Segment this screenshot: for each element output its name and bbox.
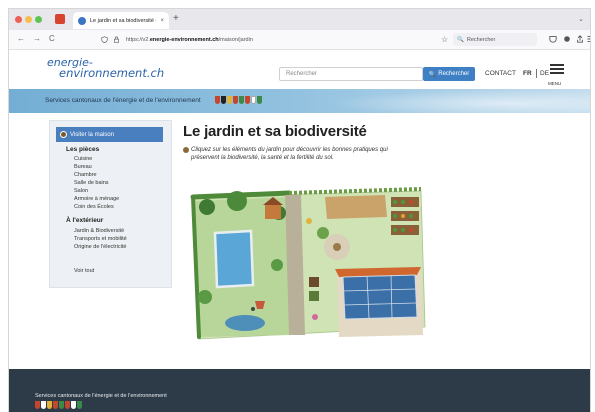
- footer-text: Services cantonaux de l'énergie et de l'…: [35, 393, 167, 399]
- sidebar-item-see-all[interactable]: Voir tout: [74, 268, 94, 274]
- sidebar-item-bedroom[interactable]: Chambre: [74, 172, 97, 178]
- canton-crests: [35, 401, 82, 409]
- sidebar-item-cleaning-cupboard[interactable]: Armoire à ménage: [74, 196, 119, 202]
- sidebar-item-office[interactable]: Bureau: [74, 164, 92, 170]
- site-header: energie- environnement.ch Rechercher 🔍 R…: [9, 51, 590, 89]
- back-button[interactable]: ←: [17, 34, 25, 44]
- shrub[interactable]: [271, 259, 283, 271]
- crest-icon: [257, 96, 262, 104]
- owl-icon: [60, 131, 67, 138]
- sidebar-item-electricity[interactable]: Origine de l'électricité: [74, 244, 126, 250]
- tree[interactable]: [199, 199, 215, 215]
- new-tab-button[interactable]: +: [173, 13, 179, 25]
- tab-bar: Le jardin et sa biodiversité – en × + ⌄: [9, 9, 590, 30]
- canton-crests: [215, 96, 262, 104]
- solar-panels[interactable]: [342, 274, 418, 320]
- crest-icon: [221, 96, 226, 104]
- browser-search-field[interactable]: 🔍 Rechercher: [453, 33, 537, 46]
- active-tab[interactable]: Le jardin et sa biodiversité – en ×: [73, 12, 169, 29]
- lang-de-link[interactable]: DE: [540, 70, 549, 77]
- site-logo[interactable]: energie- environnement.ch: [47, 57, 164, 79]
- sidebar-item-schools[interactable]: Coin des Écoles: [74, 204, 114, 210]
- forward-button[interactable]: →: [33, 34, 41, 44]
- crest-icon: [251, 96, 256, 104]
- crest-icon: [47, 401, 52, 409]
- crest-icon: [239, 96, 244, 104]
- sidebar-item-living-room[interactable]: Salon: [74, 188, 88, 194]
- sidebar-item-bathroom[interactable]: Salle de bains: [74, 180, 109, 186]
- sidebar-header[interactable]: Visiter la maison: [56, 127, 163, 142]
- browser-search-placeholder: Rechercher: [466, 36, 496, 43]
- crest-icon: [227, 96, 232, 104]
- menu-label[interactable]: MENU: [548, 81, 561, 86]
- site-search-input[interactable]: Rechercher: [279, 67, 423, 81]
- crest-icon: [245, 96, 250, 104]
- garden-shed[interactable]: [265, 205, 281, 219]
- sidebar: Visiter la maison Les pièces Cuisine Bur…: [49, 120, 172, 288]
- crest-icon: [215, 96, 220, 104]
- crest-icon: [233, 96, 238, 104]
- owl-icon: [183, 147, 189, 153]
- flowers[interactable]: [306, 218, 312, 224]
- favicon-icon: [78, 16, 86, 25]
- garden-table[interactable]: [333, 243, 341, 251]
- sidebar-header-label: Visiter la maison: [70, 131, 114, 138]
- site-footer: Services cantonaux de l'énergie et de l'…: [9, 369, 590, 412]
- bookmark-star-icon[interactable]: ☆: [441, 35, 448, 44]
- crest-icon: [35, 401, 40, 409]
- search-icon: 🔍: [428, 71, 437, 78]
- crest-icon: [41, 401, 46, 409]
- crest-icon: [71, 401, 76, 409]
- shrub[interactable]: [198, 290, 212, 304]
- list-tabs-icon[interactable]: ⌄: [578, 15, 584, 23]
- garden-illustration[interactable]: [185, 177, 429, 347]
- site-search-button[interactable]: 🔍 Rechercher: [423, 67, 475, 81]
- wheelbarrow-wheel: [251, 307, 255, 311]
- minimize-window-button[interactable]: [25, 16, 32, 23]
- shrub[interactable]: [317, 227, 329, 239]
- app-menu-icon[interactable]: [587, 35, 591, 43]
- share-icon[interactable]: [576, 35, 584, 43]
- navigation-bar: ← → C https://v2.energie-environnement.c…: [9, 30, 591, 50]
- zoom-window-button[interactable]: [35, 16, 42, 23]
- extensions-icon[interactable]: [563, 35, 571, 43]
- tab-title: Le jardin et sa biodiversité – en: [90, 17, 156, 24]
- close-window-button[interactable]: [15, 16, 22, 23]
- hamburger-menu-icon[interactable]: [550, 64, 564, 76]
- section-title-outside: À l'extérieur: [66, 217, 104, 224]
- url-bar[interactable]: https://v2.energie-environnement.ch/mais…: [101, 33, 451, 46]
- crest-icon: [59, 401, 64, 409]
- page-title: Le jardin et sa biodiversité: [183, 123, 367, 140]
- crest-icon: [65, 401, 70, 409]
- compost-bin[interactable]: [309, 277, 319, 287]
- swimming-pool[interactable]: [213, 229, 255, 289]
- wooden-terrace[interactable]: [325, 195, 387, 219]
- browser-window: Le jardin et sa biodiversité – en × + ⌄ …: [8, 8, 591, 412]
- section-title-rooms: Les pièces: [66, 146, 100, 153]
- crest-icon: [77, 401, 82, 409]
- search-icon: 🔍: [457, 36, 464, 43]
- reload-button[interactable]: C: [49, 34, 55, 44]
- pond[interactable]: [225, 315, 265, 331]
- pinned-tab-icon[interactable]: [55, 14, 65, 24]
- tab-close-icon[interactable]: ×: [160, 18, 164, 24]
- compost-bin[interactable]: [309, 291, 319, 301]
- sidebar-item-kitchen[interactable]: Cuisine: [74, 156, 92, 162]
- flowers[interactable]: [312, 314, 318, 320]
- pocket-icon[interactable]: [549, 35, 557, 43]
- search-button-label: Rechercher: [438, 71, 470, 77]
- banner-text: Services cantonaux de l'énergie et de l'…: [45, 97, 201, 104]
- lock-icon: [114, 36, 119, 43]
- sidebar-item-transport[interactable]: Transports et mobilité: [74, 236, 127, 242]
- sidebar-item-garden[interactable]: Jardin & Biodiversité: [74, 228, 124, 234]
- lang-separator: [536, 69, 537, 78]
- cantonal-banner: Services cantonaux de l'énergie et de l'…: [9, 89, 590, 113]
- intro-text: Cliquez sur les éléments du jardin pour …: [191, 147, 388, 161]
- contact-link[interactable]: CONTACT: [485, 70, 516, 77]
- crest-icon: [53, 401, 58, 409]
- tree[interactable]: [227, 191, 247, 211]
- shield-icon: [101, 36, 108, 43]
- url-text: https://v2.energie-environnement.ch/mais…: [126, 36, 253, 43]
- lang-fr-link[interactable]: FR: [523, 70, 532, 77]
